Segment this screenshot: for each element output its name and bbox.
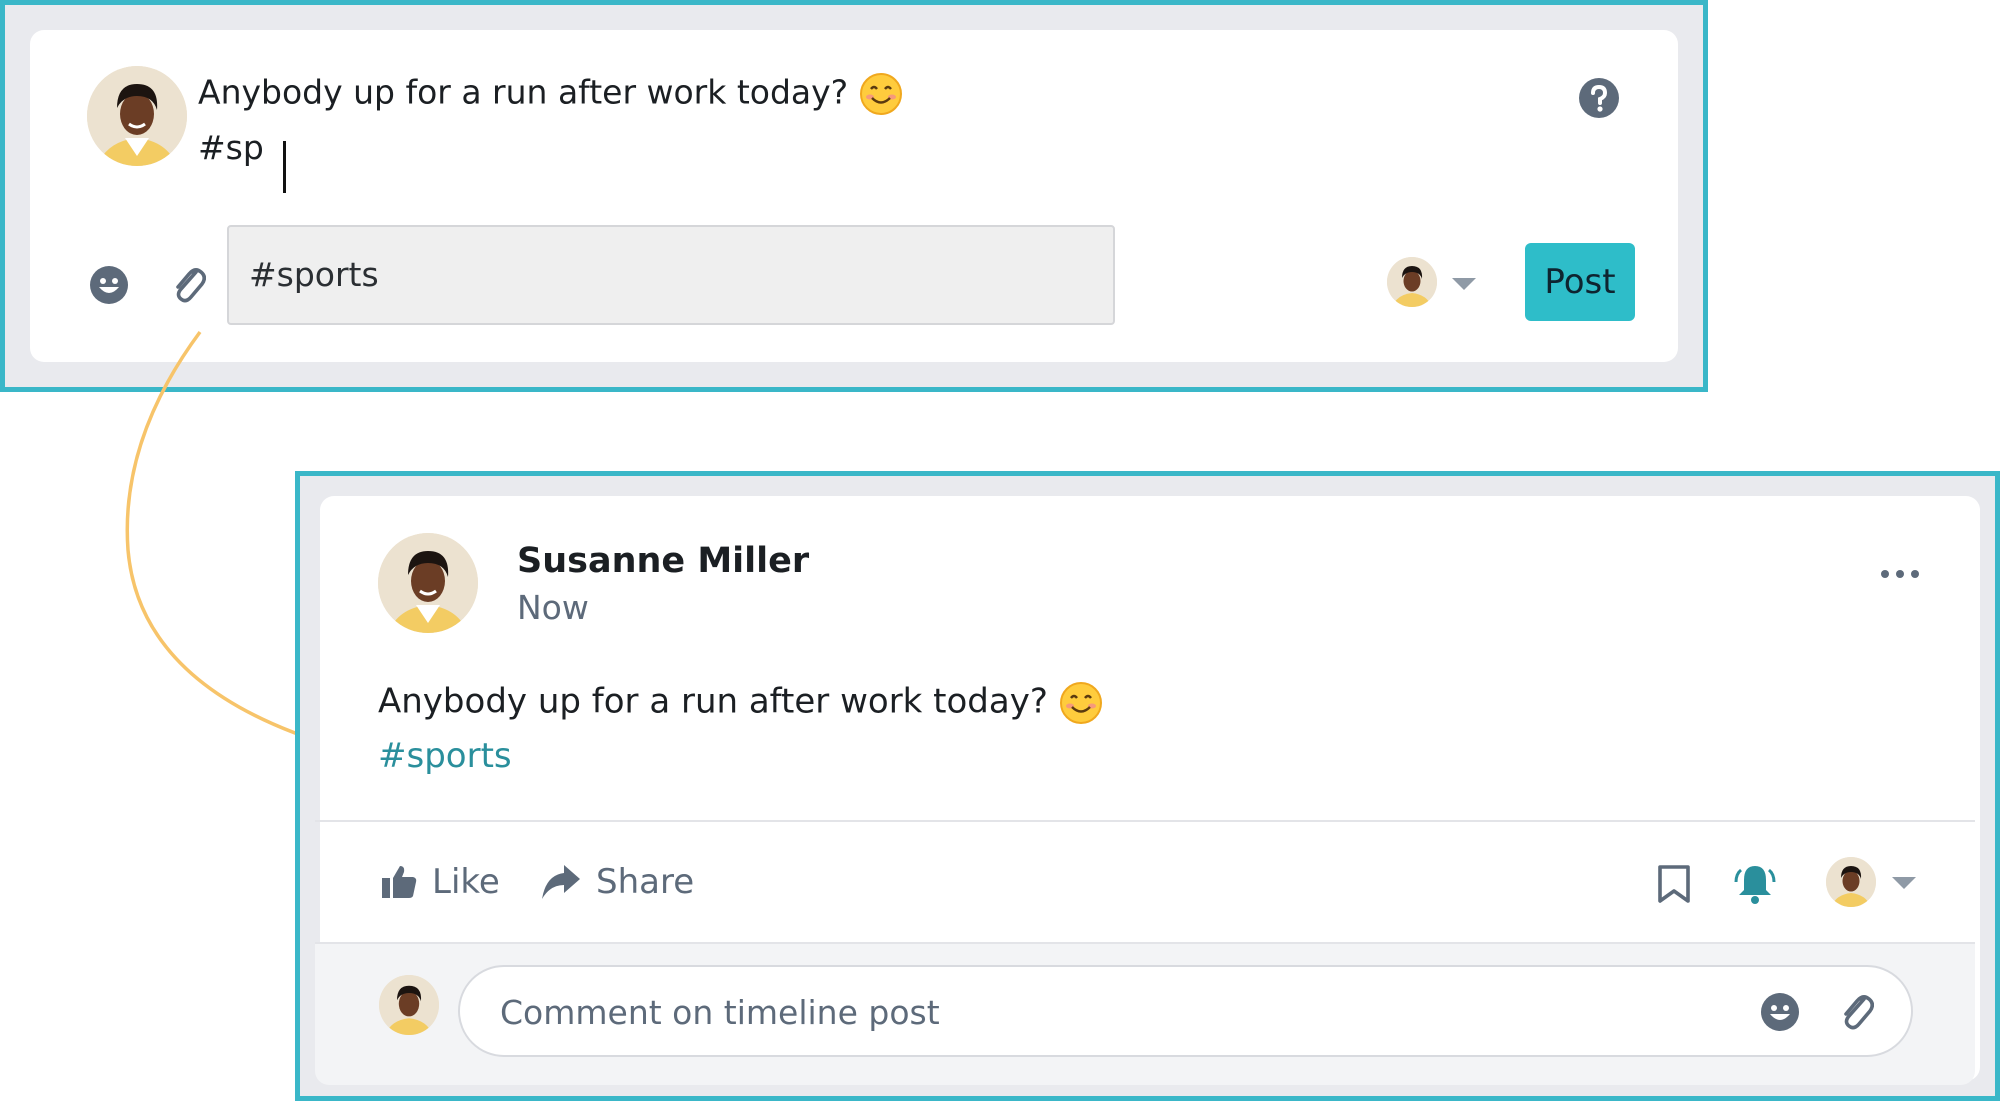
smiley-icon[interactable] <box>89 265 129 305</box>
composer-avatar <box>87 66 187 166</box>
comment-placeholder: Comment on timeline post <box>500 993 940 1032</box>
paperclip-icon[interactable] <box>1838 989 1874 1033</box>
more-icon[interactable] <box>1880 568 1920 580</box>
smiling-emoji-icon <box>859 73 902 115</box>
author-name[interactable]: Susanne Miller <box>517 541 809 581</box>
chevron-down-icon[interactable] <box>1452 278 1476 292</box>
paperclip-icon[interactable] <box>170 262 206 306</box>
thumbs-up-icon <box>382 866 417 898</box>
like-button[interactable]: Like <box>380 862 500 902</box>
post-body: Anybody up for a run after work today? <box>378 681 1103 725</box>
smiley-icon[interactable] <box>1760 992 1800 1032</box>
hashtag-suggestion[interactable]: #sports <box>227 225 1115 325</box>
suggestion-text: #sports <box>249 255 379 294</box>
chevron-down-icon[interactable] <box>1892 877 1916 891</box>
post-timestamp: Now <box>517 588 589 627</box>
commenter-avatar <box>379 975 439 1035</box>
share-arrow-icon <box>542 865 580 899</box>
post-divider <box>315 820 1975 822</box>
share-button[interactable]: Share <box>540 862 694 902</box>
comment-input[interactable]: Comment on timeline post <box>458 965 1913 1057</box>
visibility-avatar[interactable] <box>1387 257 1437 307</box>
smiling-emoji-icon <box>1059 682 1102 724</box>
comment-divider <box>315 942 1975 944</box>
bell-icon[interactable] <box>1733 862 1777 906</box>
follow-avatar[interactable] <box>1826 857 1876 907</box>
composer-text-line2[interactable]: #sp <box>198 128 264 167</box>
post-button[interactable]: Post <box>1525 243 1635 321</box>
author-avatar[interactable] <box>378 533 478 633</box>
hashtag-link[interactable]: #sports <box>378 736 512 776</box>
text-caret <box>283 141 286 193</box>
help-icon[interactable] <box>1578 77 1620 119</box>
composer-text-line1[interactable]: Anybody up for a run after work today? <box>198 72 903 116</box>
bookmark-icon[interactable] <box>1657 864 1691 904</box>
